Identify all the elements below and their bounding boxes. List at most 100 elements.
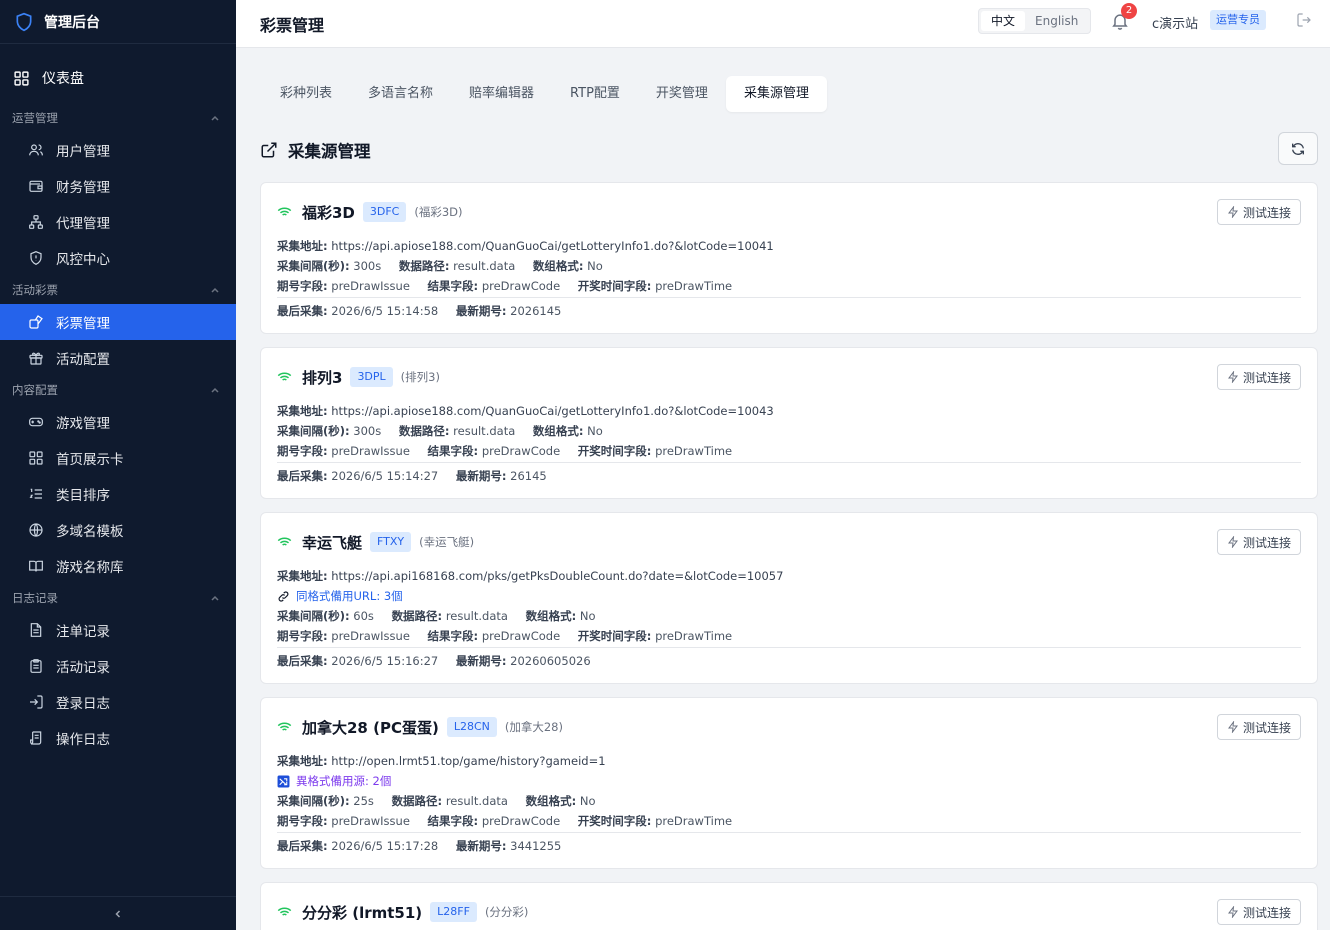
user-name[interactable]: c演示站 (1152, 13, 1198, 32)
sidebar-item-activity-records[interactable]: 活动记录 (0, 648, 236, 684)
sidebar-item-finance[interactable]: 财务管理 (0, 168, 236, 204)
last-collect-value: 2026/6/5 15:17:28 (331, 839, 439, 853)
lottery-code-badge: L28CN (446, 717, 497, 737)
lottery-alias: (排列3) (400, 370, 440, 384)
tab-collection-sources[interactable]: 采集源管理 (725, 76, 827, 112)
latest-issue-label: 最新期号: (455, 304, 507, 318)
array-format-value: No (579, 609, 596, 623)
latest-issue-label: 最新期号: (455, 839, 507, 853)
language-switch: 中文 English (978, 8, 1092, 34)
lottery-name: 幸运飞艇 (302, 533, 363, 552)
tab-bar: 彩种列表 多语言名称 赔率编辑器 RTP配置 开奖管理 采集源管理 (262, 76, 827, 112)
lottery-code-badge: L28FF (430, 902, 477, 922)
sidebar-group-lottery[interactable]: 活动彩票 (0, 276, 236, 304)
notification-count-badge: 2 (1121, 3, 1137, 19)
array-format-label: 数组格式: (532, 259, 584, 273)
array-format-value: No (579, 794, 596, 808)
sidebar-item-activity-config[interactable]: 活动配置 (0, 340, 236, 376)
array-format-label: 数组格式: (525, 609, 577, 623)
source-card: 排列3 3DPL (排列3) 测试连接 采集地址: https://api.ap… (260, 347, 1318, 499)
sidebar-item-bet-records[interactable]: 注单记录 (0, 612, 236, 648)
layout-grid-icon (29, 451, 43, 465)
lottery-alias: (分分彩) (484, 905, 529, 919)
sidebar-item-home-cards[interactable]: 首页展示卡 (0, 440, 236, 476)
backup-url-link[interactable]: 同格式備用URL: 3個 (277, 588, 403, 604)
sidebar-item-dashboard[interactable]: 仪表盘 (0, 52, 236, 104)
sidebar-item-label: 首页展示卡 (56, 452, 124, 468)
lang-option-en[interactable]: English (1025, 11, 1088, 31)
sidebar-item-domain-templates[interactable]: 多域名模板 (0, 512, 236, 548)
wifi-status-icon (277, 722, 292, 731)
sidebar-item-label: 活动配置 (56, 352, 110, 368)
sidebar-group-content[interactable]: 内容配置 (0, 376, 236, 404)
time-field-value: preDrawTime (655, 444, 733, 458)
interval-label: 采集间隔(秒): (277, 609, 350, 623)
last-collect-label: 最后采集: (277, 469, 328, 483)
sidebar-item-lottery[interactable]: 彩票管理 (0, 304, 236, 340)
sidebar-item-operation-logs[interactable]: 操作日志 (0, 720, 236, 756)
result-field-value: preDrawCode (481, 629, 561, 643)
tab-multilang-names[interactable]: 多语言名称 (350, 76, 451, 112)
test-connection-button[interactable]: 测试连接 (1216, 199, 1301, 225)
section-title: 采集源管理 (288, 142, 371, 161)
test-connection-button[interactable]: 测试连接 (1216, 714, 1301, 740)
globe-icon (29, 523, 43, 537)
array-format-label: 数组格式: (532, 424, 584, 438)
test-connection-label: 测试连接 (1242, 205, 1291, 220)
sidebar-item-risk[interactable]: 风控中心 (0, 240, 236, 276)
lottery-alias: (幸运飞艇) (419, 535, 475, 549)
fields-line: 期号字段: preDrawIssue 结果字段: preDrawCode 开奖时… (277, 628, 746, 644)
sidebar-collapse-button[interactable] (0, 896, 236, 930)
sidebar-item-category-sort[interactable]: 类目排序 (0, 476, 236, 512)
data-path-label: 数据路径: (398, 424, 450, 438)
data-path-value: result.data (453, 424, 516, 438)
time-field-label: 开奖时间字段: (577, 444, 652, 458)
network-icon (29, 215, 43, 229)
sidebar-group-logs[interactable]: 日志记录 (0, 584, 236, 612)
url-value: https://api.apiose188.com/QuanGuoCai/get… (331, 404, 774, 418)
sidebar-item-agents[interactable]: 代理管理 (0, 204, 236, 240)
logout-icon[interactable] (1296, 12, 1312, 28)
sidebar-item-games[interactable]: 游戏管理 (0, 404, 236, 440)
lang-option-zh[interactable]: 中文 (981, 11, 1026, 31)
sidebar-item-label: 操作日志 (56, 732, 110, 748)
tab-odds-editor[interactable]: 赔率编辑器 (451, 76, 552, 112)
book-open-icon (29, 560, 43, 572)
test-connection-button[interactable]: 测试连接 (1216, 529, 1301, 555)
sidebar-item-label: 类目排序 (56, 488, 110, 504)
time-field-value: preDrawTime (655, 814, 733, 828)
test-connection-button[interactable]: 测试连接 (1216, 364, 1301, 390)
divider (277, 297, 1301, 298)
tab-lottery-list[interactable]: 彩种列表 (262, 76, 350, 112)
sidebar-item-label: 注单记录 (56, 624, 110, 640)
refresh-button[interactable] (1278, 132, 1318, 165)
sidebar-item-users[interactable]: 用户管理 (0, 132, 236, 168)
result-field-label: 结果字段: (427, 629, 479, 643)
tab-rtp-config[interactable]: RTP配置 (552, 76, 638, 112)
zap-icon (1227, 371, 1238, 383)
zap-icon (1227, 906, 1238, 918)
sidebar-group-ops[interactable]: 运营管理 (0, 104, 236, 132)
test-connection-label: 测试连接 (1242, 535, 1291, 550)
test-connection-label: 测试连接 (1242, 370, 1291, 385)
sidebar-item-label: 登录日志 (56, 696, 110, 712)
section-header: 采集源管理 (260, 138, 371, 162)
backup-url-text: 同格式備用URL: 3個 (296, 589, 403, 603)
data-path-value: result.data (445, 794, 508, 808)
url-line: 采集地址: http://open.lrmt51.top/game/histor… (277, 753, 606, 769)
fields-line: 期号字段: preDrawIssue 结果字段: preDrawCode 开奖时… (277, 278, 746, 294)
backup-source-link[interactable]: 異格式備用源: 2個 (277, 773, 391, 789)
last-collect-label: 最后采集: (277, 304, 328, 318)
users-icon (29, 144, 43, 156)
sidebar-item-login-logs[interactable]: 登录日志 (0, 684, 236, 720)
result-field-value: preDrawCode (481, 814, 561, 828)
test-connection-button[interactable]: 测试连接 (1216, 899, 1301, 925)
tab-draw-management[interactable]: 开奖管理 (638, 76, 726, 112)
sidebar-item-game-names[interactable]: 游戏名称库 (0, 548, 236, 584)
wifi-status-icon (277, 907, 292, 916)
chevron-up-icon (211, 287, 219, 293)
sidebar-item-label: 仪表盘 (42, 71, 84, 87)
chevron-up-icon (211, 595, 219, 601)
url-value: https://api.apiose188.com/QuanGuoCai/get… (331, 239, 774, 253)
zap-icon (1227, 206, 1238, 218)
